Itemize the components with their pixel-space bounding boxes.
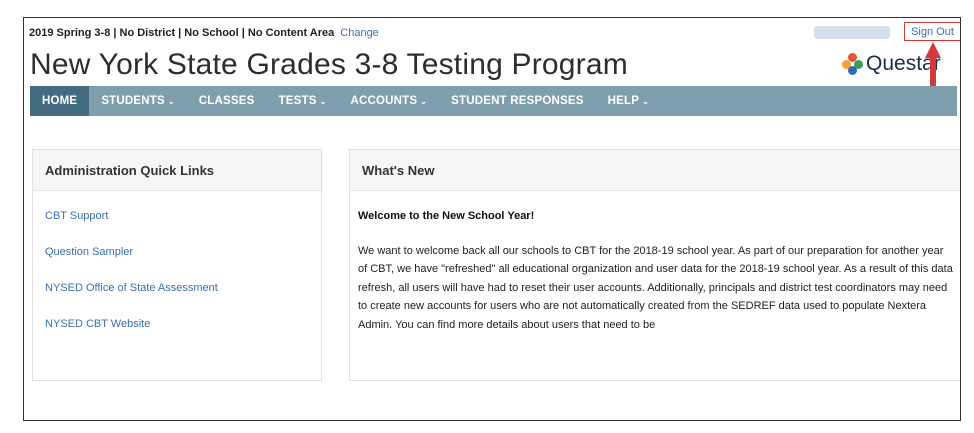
chevron-down-icon: ⌄ [319, 96, 327, 106]
nav-item-label: CLASSES [198, 95, 255, 107]
nav-item-students[interactable]: STUDENTS ⌄ [89, 86, 186, 116]
nav-item-tests[interactable]: TESTS ⌄ [267, 86, 339, 116]
whats-new-body: We want to welcome back all our schools … [358, 245, 953, 331]
app-window: 2019 Spring 3-8 | No District | No Schoo… [23, 17, 961, 421]
sign-out-button[interactable]: Sign Out [904, 22, 960, 41]
chevron-down-icon: ⌄ [167, 96, 175, 106]
quick-links-panel: Administration Quick Links CBT Support Q… [32, 149, 322, 381]
nav-item-home[interactable]: HOME [30, 86, 90, 116]
chevron-down-icon: ⌄ [420, 96, 428, 106]
nav-item-classes[interactable]: CLASSES [187, 86, 267, 116]
quick-link-cbt-support[interactable]: CBT Support [45, 210, 108, 222]
quick-link-nysed-office[interactable]: NYSED Office of State Assessment [45, 282, 218, 294]
questar-logo-icon [842, 53, 864, 75]
quick-link-nysed-cbt-website[interactable]: NYSED CBT Website [45, 318, 150, 330]
nav-item-label: HELP [607, 95, 640, 107]
page-title: New York State Grades 3-8 Testing Progra… [30, 48, 628, 81]
nav-item-label: STUDENTS [101, 95, 165, 107]
chevron-down-icon: ⌄ [642, 96, 650, 106]
panel-clip [350, 356, 960, 366]
nav-item-student-responses[interactable]: STUDENT RESPONSES [439, 86, 595, 116]
whats-new-title: What's New [350, 150, 960, 191]
nav-item-accounts[interactable]: ACCOUNTS ⌄ [338, 86, 439, 116]
nav-item-label: TESTS [278, 95, 317, 107]
quick-links-title: Administration Quick Links [33, 150, 321, 191]
user-name-blurred [814, 26, 890, 39]
whats-new-headline: Welcome to the New School Year! [358, 210, 535, 222]
context-bar: 2019 Spring 3-8 | No District | No Schoo… [29, 25, 379, 41]
nav-item-label: ACCOUNTS [350, 95, 418, 107]
main-nav: HOME STUDENTS ⌄ CLASSES TESTS ⌄ ACCOUNTS ⌄ STUDE… [30, 86, 957, 116]
context-text: 2019 Spring 3-8 | No District | No Schoo… [29, 27, 335, 39]
whats-new-panel: What's New Welcome to the New School Yea… [349, 149, 960, 381]
nav-item-label: HOME [42, 95, 78, 107]
quick-link-question-sampler[interactable]: Question Sampler [45, 246, 133, 258]
change-link[interactable]: Change [340, 27, 379, 39]
nav-item-label: STUDENT RESPONSES [451, 95, 584, 107]
nav-item-help[interactable]: HELP ⌄ [596, 86, 661, 116]
